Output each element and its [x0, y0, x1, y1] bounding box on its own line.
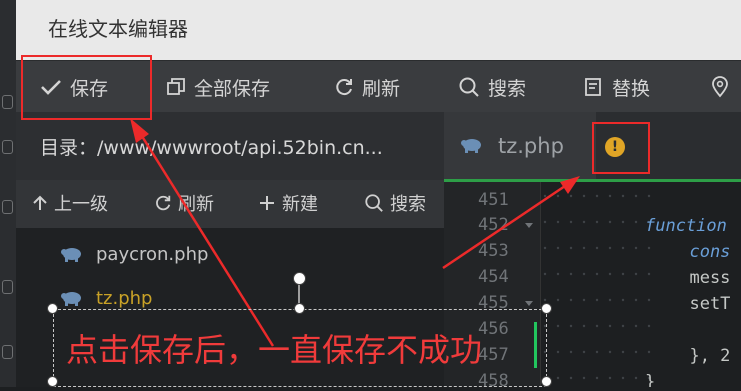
arrow-head-save [130, 118, 149, 143]
text-cursor [534, 322, 537, 368]
resize-handle-bl[interactable] [47, 376, 58, 387]
resize-handle-tc[interactable] [294, 303, 305, 314]
arrow-head-badge [560, 176, 580, 194]
resize-handle-tr[interactable] [541, 303, 552, 314]
resize-handle-br[interactable] [541, 376, 552, 387]
rotate-handle[interactable] [293, 272, 306, 285]
annotation-text[interactable]: 点击保存后，一直保存不成功 [66, 325, 482, 371]
resize-handle-tl[interactable] [47, 303, 58, 314]
arrow-to-badge [442, 182, 569, 270]
